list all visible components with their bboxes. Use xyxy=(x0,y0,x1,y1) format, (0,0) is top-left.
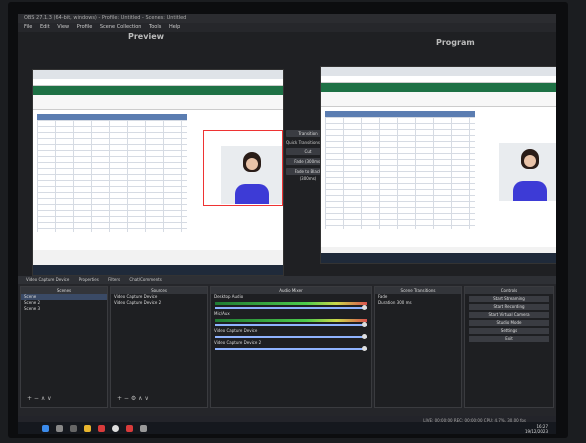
excel-ribbon xyxy=(33,95,283,110)
person-body xyxy=(513,181,547,201)
volume-slider[interactable] xyxy=(215,334,367,339)
scenes-panel: Scenes Scene Scene 2 Scene 3 + − ∧ ∨ xyxy=(20,286,108,408)
menu-help[interactable]: Help xyxy=(169,24,180,30)
window-title: OBS 27.1.3 (64-bit, windows) - Profile: … xyxy=(18,14,556,23)
studio-mode-button[interactable]: Studio Mode xyxy=(469,320,549,326)
scene-transitions-panel: Scene Transitions Fade Duration 300 ms xyxy=(374,286,462,408)
start-virtual-camera-button[interactable]: Start Virtual Camera xyxy=(469,312,549,318)
file-explorer-icon[interactable] xyxy=(84,425,91,432)
duration-input[interactable]: 300 ms xyxy=(397,300,412,305)
menu-scene-collection[interactable]: Scene Collection xyxy=(100,24,142,30)
browser-tabbar xyxy=(33,70,283,79)
captured-taskbar xyxy=(321,253,556,263)
excel-header xyxy=(321,83,556,92)
slider-knob[interactable] xyxy=(362,305,367,310)
settings-button[interactable]: Settings xyxy=(469,328,549,334)
duration-row: Duration 300 ms xyxy=(375,300,461,306)
obs-icon[interactable] xyxy=(112,425,119,432)
volume-slider[interactable] xyxy=(215,346,367,351)
browser-urlbar xyxy=(321,76,556,83)
mixer-channel-name: Video Capture Device xyxy=(214,328,258,333)
preview-label: Preview xyxy=(128,32,165,41)
program-canvas xyxy=(320,66,556,264)
spreadsheet-area xyxy=(33,110,283,250)
settings-icon[interactable] xyxy=(140,425,147,432)
audio-mixer-panel: Audio Mixer Desktop Audio Mic/Aux Video … xyxy=(210,286,372,408)
browser-tabbar xyxy=(321,67,556,76)
spreadsheet-grid xyxy=(37,114,187,232)
sources-panel: Sources Video Capture Device Video Captu… xyxy=(110,286,208,408)
dock-area: Video Capture Device Properties Filters … xyxy=(18,276,556,416)
menu-profile[interactable]: Profile xyxy=(77,24,93,30)
controls-title: Controls xyxy=(465,287,553,294)
slider-knob[interactable] xyxy=(362,346,367,351)
volume-slider[interactable] xyxy=(215,305,367,310)
source-toolbar: Video Capture Device Properties Filters … xyxy=(18,276,556,284)
sources-title: Sources xyxy=(111,287,207,294)
start-recording-button[interactable]: Start Recording xyxy=(469,304,549,310)
search-icon[interactable] xyxy=(56,425,63,432)
mixer-channel-name: Video Capture Device 2 xyxy=(214,340,262,345)
controls-panel: Controls Start Streaming Start Recording… xyxy=(464,286,554,408)
mixer-channel-name: Desktop Audio xyxy=(214,294,244,299)
menu-tools[interactable]: Tools xyxy=(149,24,161,30)
source-selection-box[interactable] xyxy=(203,130,283,206)
scene-item[interactable]: Scene 3 xyxy=(21,306,107,312)
obs-window: OBS 27.1.3 (64-bit, windows) - Profile: … xyxy=(18,14,556,434)
task-view-icon[interactable] xyxy=(70,425,77,432)
spreadsheet-area xyxy=(321,107,556,247)
menu-file[interactable]: File xyxy=(24,24,32,30)
exit-button[interactable]: Exit xyxy=(469,336,549,342)
menu-bar: File Edit View Profile Scene Collection … xyxy=(18,23,556,32)
windows-taskbar: 16:27 19/12/2023 xyxy=(18,422,556,434)
scene-add-remove-icons[interactable]: + − ∧ ∨ xyxy=(27,395,52,402)
mixer-channel-name: Mic/Aux xyxy=(214,311,230,316)
spreadsheet-header-row xyxy=(325,111,475,117)
spreadsheet-grid xyxy=(325,111,475,229)
excel-ribbon xyxy=(321,92,556,107)
person-face xyxy=(524,155,536,167)
menu-view[interactable]: View xyxy=(57,24,69,30)
clock-date: 19/12/2023 xyxy=(524,429,548,434)
preview-canvas[interactable] xyxy=(32,69,284,276)
excel-header xyxy=(33,86,283,95)
duration-label: Duration xyxy=(378,300,396,305)
mixer-title: Audio Mixer xyxy=(211,287,371,294)
volume-slider[interactable] xyxy=(215,322,367,327)
spreadsheet-header-row xyxy=(37,114,187,120)
start-streaming-button[interactable]: Start Streaming xyxy=(469,296,549,302)
tab-video-capture[interactable]: Video Capture Device xyxy=(26,277,69,282)
app-icon[interactable] xyxy=(98,425,105,432)
scene-transitions-title: Scene Transitions xyxy=(375,287,461,294)
slider-knob[interactable] xyxy=(362,334,367,339)
menu-edit[interactable]: Edit xyxy=(40,24,50,30)
program-label: Program xyxy=(436,38,475,47)
tab-properties[interactable]: Properties xyxy=(79,277,99,282)
source-add-remove-icons[interactable]: + − ⚙ ∧ ∨ xyxy=(117,395,149,402)
scenes-title: Scenes xyxy=(21,287,107,294)
windows-start-icon[interactable] xyxy=(42,425,49,432)
captured-taskbar xyxy=(33,265,283,275)
tab-filters[interactable]: Filters xyxy=(108,277,120,282)
app-icon[interactable] xyxy=(126,425,133,432)
slider-knob[interactable] xyxy=(362,322,367,327)
browser-urlbar xyxy=(33,79,283,86)
taskbar-clock[interactable]: 16:27 19/12/2023 xyxy=(525,424,548,434)
webcam-overlay xyxy=(499,143,556,201)
volume-meter xyxy=(215,319,367,322)
tab-chat[interactable]: Chat/Comments xyxy=(129,277,161,282)
volume-meter xyxy=(215,302,367,305)
source-item[interactable]: Video Capture Device 2 xyxy=(111,300,207,306)
